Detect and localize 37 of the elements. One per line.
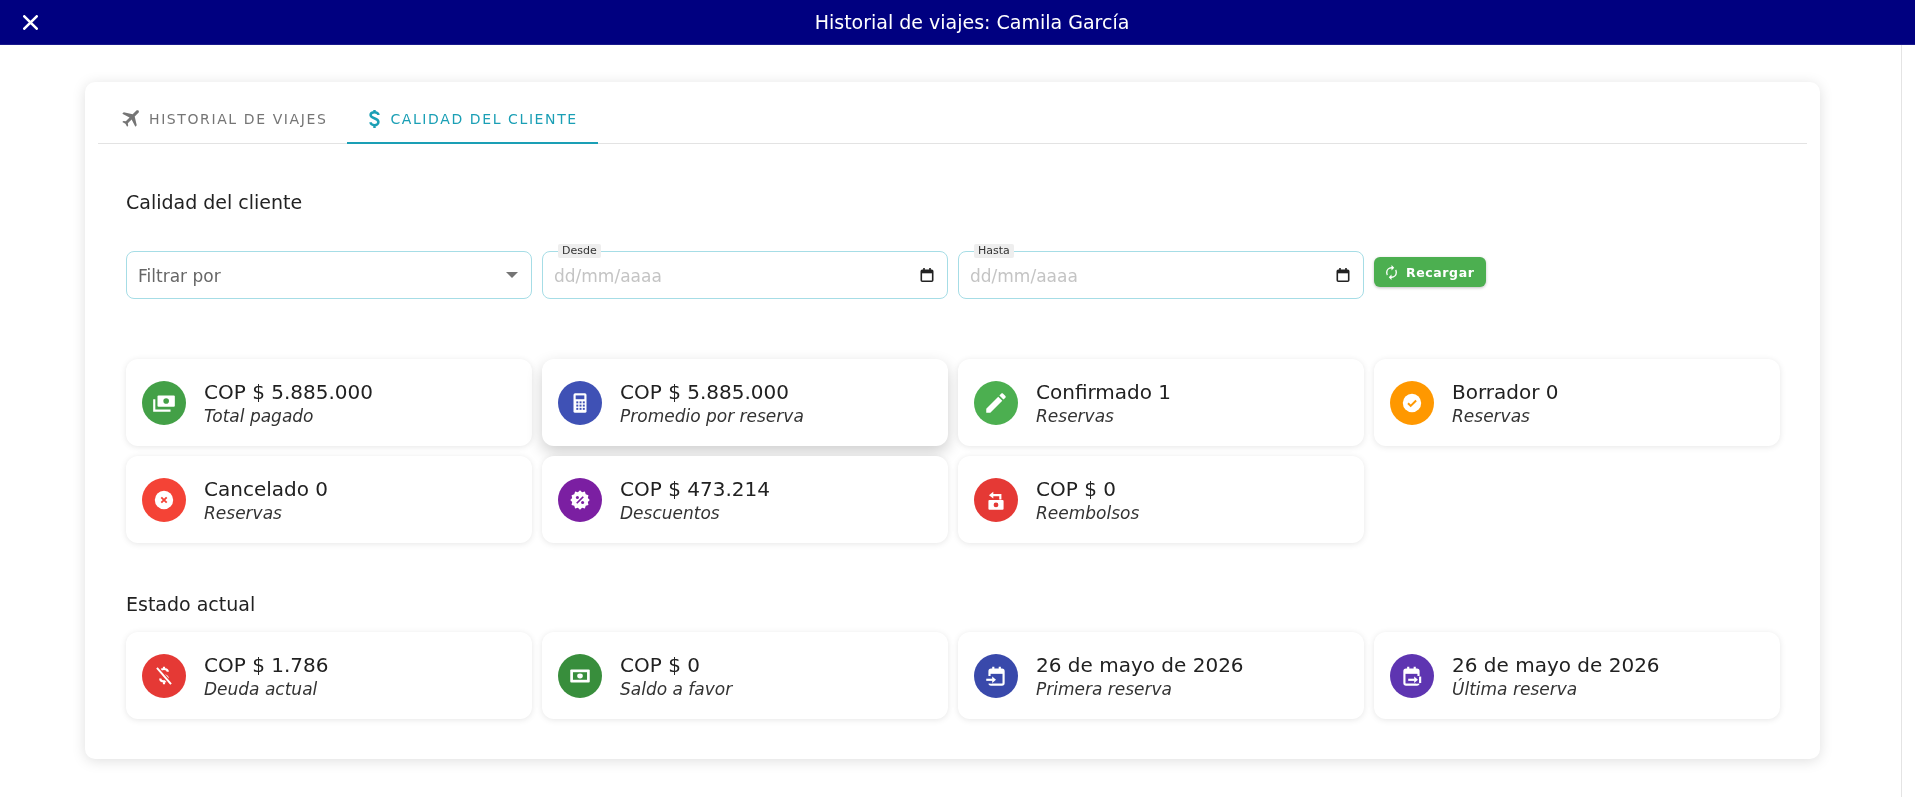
stat-label: Última reserva [1452, 677, 1578, 700]
window-title: Historial de viajes: Camila García [814, 10, 1130, 34]
section-title: Estado actual [126, 592, 256, 617]
filter-select[interactable]: Filtrar por [126, 244, 532, 299]
section-title: Calidad del cliente [126, 190, 303, 215]
stat-label: Reservas [1452, 404, 1530, 427]
stat-value: Borrador 0 [1452, 378, 1559, 405]
stat-value: Cancelado 0 [204, 475, 329, 502]
tab[interactable]: HISTORIAL DE VIAJES [100, 95, 348, 144]
stat-label: Reservas [1036, 404, 1114, 427]
stat-label: Deuda actual [204, 677, 318, 700]
stat-value: Confirmado 1 [1036, 378, 1172, 405]
stat-label: Primera reserva [1036, 677, 1173, 700]
to-date-field[interactable]: Hasta dd/mm/aaaa [958, 244, 1364, 299]
stat-label: Reembolsos [1036, 501, 1140, 524]
stat-label: Saldo a favor [620, 677, 733, 700]
stat-value: COP $ 1.786 [204, 651, 329, 678]
stat-value: 26 de mayo de 2026 [1036, 651, 1244, 678]
airplane-icon [122, 110, 139, 127]
close-icon [22, 14, 38, 30]
refresh-icon [1386, 264, 1397, 280]
stat-value: COP $ 5.885.000 [620, 378, 789, 405]
stat-value: COP $ 0 [620, 651, 700, 678]
stat-label: Promedio por reserva [620, 404, 804, 427]
from-date-field[interactable]: Desde dd/mm/aaaa [542, 244, 948, 299]
stat-value: COP $ 473.214 [620, 475, 770, 502]
stat-value: COP $ 5.885.000 [204, 378, 373, 405]
calendar-icon[interactable] [920, 268, 934, 282]
stat-value: 26 de mayo de 2026 [1452, 651, 1660, 678]
dollar-icon [369, 109, 381, 128]
tab[interactable]: CALIDAD DEL CLIENTE [347, 95, 598, 144]
stat-label: Total pagado [204, 404, 314, 427]
calendar-icon[interactable] [1336, 268, 1350, 282]
stat-value: COP $ 0 [1036, 475, 1116, 502]
caret-icon [506, 272, 518, 278]
stat-label: Reservas [204, 501, 282, 524]
stat-label: Descuentos [620, 501, 720, 524]
